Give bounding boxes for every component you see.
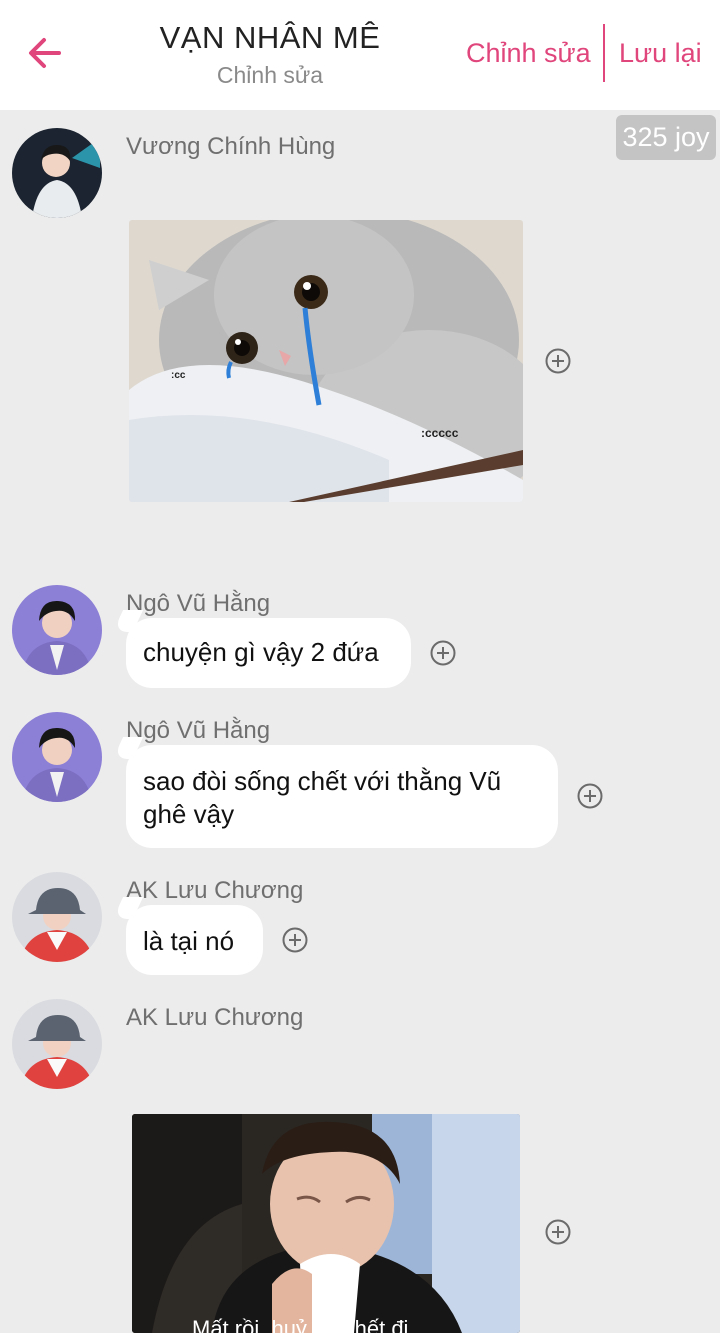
image-message[interactable]: :cc :ccccc — [129, 220, 523, 502]
back-button[interactable] — [22, 30, 68, 76]
sender-name: Ngô Vũ Hằng — [126, 590, 271, 617]
plus-circle-icon[interactable] — [282, 927, 308, 953]
avatar[interactable] — [12, 872, 102, 962]
plus-circle-icon[interactable] — [545, 1219, 571, 1245]
crying-boy-image: Mất rồi, huỷ diệt hết đi — [132, 1114, 520, 1333]
avatar[interactable] — [12, 128, 102, 218]
plus-circle-icon[interactable] — [577, 783, 603, 809]
crying-cat-image: :cc :ccccc — [129, 220, 523, 502]
message-text: sao đòi sống chết với thằng Vũ ghê vậy — [143, 766, 502, 829]
top-bar: VẠN NHÂN MÊ Chỉnh sửa Chỉnh sửa Lưu lại — [0, 0, 720, 110]
image-caption: :cc — [171, 370, 186, 381]
message-text: chuyện gì vậy 2 đứa — [143, 637, 379, 667]
header-divider — [603, 24, 605, 82]
page-subtitle: Chỉnh sửa — [216, 62, 324, 88]
plus-circle-icon[interactable] — [430, 640, 456, 666]
arrow-left-icon — [29, 38, 61, 68]
image-caption: :ccccc — [421, 426, 459, 440]
sender-name: Vương Chính Hùng — [126, 133, 336, 160]
sender-name: AK Lưu Chương — [126, 877, 304, 904]
message-bubble[interactable]: sao đòi sống chết với thằng Vũ ghê vậy — [126, 745, 558, 848]
avatar[interactable] — [12, 999, 102, 1089]
sender-name: Ngô Vũ Hằng — [126, 717, 271, 744]
save-button[interactable]: Lưu lại — [619, 38, 702, 69]
plus-circle-icon[interactable] — [545, 348, 571, 374]
sender-name: AK Lưu Chương — [126, 1004, 304, 1031]
avatar[interactable] — [12, 712, 102, 802]
image-caption: Mất rồi, huỷ diệt hết đi — [192, 1316, 408, 1333]
page-title: VẠN NHÂN MÊ — [159, 20, 381, 55]
message-bubble[interactable]: chuyện gì vậy 2 đứa — [126, 618, 411, 688]
message-text: là tại nó — [143, 926, 235, 956]
avatar[interactable] — [12, 585, 102, 675]
image-message[interactable]: Mất rồi, huỷ diệt hết đi — [132, 1114, 520, 1333]
joy-counter-badge: 325 joy — [616, 115, 716, 160]
message-bubble[interactable]: là tại nó — [126, 905, 263, 975]
edit-button[interactable]: Chỉnh sửa — [466, 38, 591, 69]
